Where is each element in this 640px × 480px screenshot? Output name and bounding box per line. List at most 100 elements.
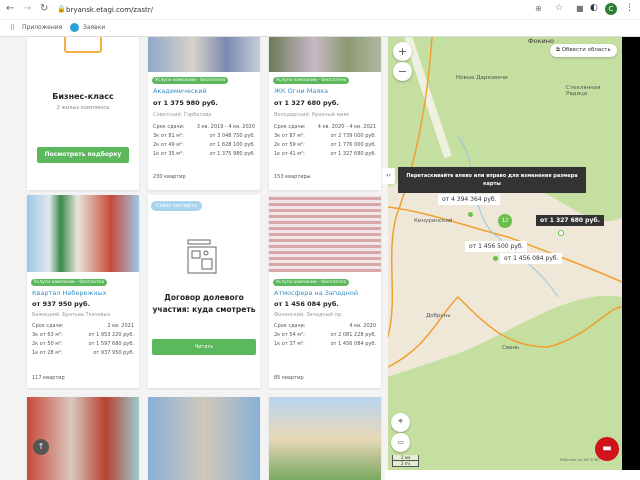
complex-marker[interactable] [468, 212, 473, 217]
scroll-top-icon[interactable]: ↑ [33, 439, 49, 455]
building-image [269, 195, 381, 272]
black-strip [622, 37, 640, 470]
complex-title-link[interactable]: Атмосфера на Западной [274, 289, 358, 297]
row-value: от 2 739 000 руб. [330, 133, 376, 139]
forward-icon[interactable]: → [23, 3, 31, 14]
promo-subtitle: 2 жилых комплекса [56, 105, 110, 111]
expert-advice-badge: Совет эксперта [151, 201, 203, 211]
zoom-out-button[interactable]: − [393, 62, 412, 81]
star-icon[interactable]: ☆ [555, 3, 563, 13]
complex-district: Советский, Горбатова [153, 112, 212, 118]
row-value: от 1 375 980 руб. [209, 151, 255, 157]
complex-card[interactable]: Услуги компании - бесплатно ЖК Огни Маяк… [269, 37, 381, 190]
apartment-table: Срок сдачи: 3 кв. 2019 - 4 кв. 2020 3к от… [153, 124, 255, 160]
article-title: Договор долевого участия: куда смотреть [152, 293, 256, 314]
blueprint-icon [187, 239, 217, 274]
promo-card: Бизнес-класс 2 жилых комплекса Посмотрет… [27, 37, 139, 190]
complex-card[interactable]: Услуги компании - бесплатно Академически… [148, 37, 260, 190]
row-value: от 2 081 228 руб. [330, 332, 376, 338]
row-value: от 1 456 084 руб. [330, 341, 376, 347]
bookmark-requests[interactable]: Заявки [83, 24, 105, 31]
menu-icon[interactable]: ⋮ [625, 3, 634, 13]
browser-toolbar: ← → ↻ 🔒 bryansk.etagi.com/zastr/ ⊕ ☆ ■ ◐… [0, 0, 640, 20]
row-value: от 1 776 000 руб. [330, 142, 376, 148]
row-label: 3к от 63 м²: [32, 332, 63, 338]
table-row: Срок сдачи: 4 кв. 2020 [274, 323, 376, 332]
cluster-marker[interactable]: 12 [498, 214, 512, 228]
row-value: 4 кв. 2020 [349, 323, 376, 329]
zoom-icon[interactable]: ⊕ [535, 4, 542, 13]
place-label: Новые Дарковичи [456, 75, 508, 81]
row-label: 1к от 35 м²: [153, 151, 184, 157]
map-attribution[interactable]: Работает на API 2ГИС [560, 458, 600, 462]
table-row: 2к от 50 м²: от 1 597 680 руб. [32, 341, 134, 350]
table-row: Срок сдачи: 2 кв. 2021 [32, 323, 134, 332]
row-value: от 3 048 750 руб. [209, 133, 255, 139]
place-label: Свень [502, 345, 520, 351]
price-marker[interactable]: от 4 394 364 руб. [438, 194, 501, 205]
complex-marker[interactable] [493, 256, 498, 261]
reload-icon[interactable]: ↻ [40, 3, 48, 14]
bookmark-favicon-icon [70, 23, 79, 32]
extension-icon[interactable]: ■ [576, 4, 584, 13]
complex-card[interactable] [148, 397, 260, 480]
layers-button[interactable]: ▭ [391, 433, 410, 452]
row-value: от 1 597 680 руб. [88, 341, 134, 347]
row-label: 1к от 37 м²: [274, 341, 305, 347]
row-label: Срок сдачи: [274, 323, 306, 329]
address-bar[interactable]: bryansk.etagi.com/zastr/ [66, 4, 501, 17]
table-row: 2к от 59 м²: от 1 776 000 руб. [274, 142, 376, 151]
free-services-badge: Услуги компании - бесплатно [273, 279, 350, 286]
scale-mi: 2 mi [392, 461, 419, 467]
article-card[interactable]: Совет эксперта Договор долевого участия:… [148, 195, 260, 388]
bookmark-apps[interactable]: Приложения [22, 24, 62, 31]
view-selection-button[interactable]: Посмотреть подборку [37, 147, 129, 163]
complex-district: Володарский, Красный маяк [274, 112, 350, 118]
locate-button[interactable]: ⌖ [391, 413, 410, 432]
draw-area-button[interactable]: ⧉ Обвести область [550, 44, 617, 57]
price-marker[interactable]: от 1 456 500 руб. [465, 241, 528, 252]
lock-icon: 🔒 [57, 5, 66, 13]
row-label: Срок сдачи: [274, 124, 306, 130]
apartment-count: 117 квартир [32, 375, 65, 381]
complex-card[interactable]: Услуги компании - бесплатно Атмосфера на… [269, 195, 381, 388]
price-marker-active[interactable]: от 1 327 680 руб. [536, 215, 604, 226]
apartment-count: 85 квартир [274, 375, 304, 381]
back-icon[interactable]: ← [6, 3, 14, 14]
zoom-in-button[interactable]: + [393, 42, 412, 61]
row-label: 3к от 87 м²: [274, 133, 305, 139]
sync-icon[interactable]: ◐ [590, 3, 598, 13]
row-label: Срок сдачи: [153, 124, 185, 130]
complex-title-link[interactable]: Квартал Набережных [32, 289, 107, 297]
complex-marker[interactable] [558, 230, 564, 236]
row-value: от 1 953 220 руб. [88, 332, 134, 338]
apartment-count: 230 квартир [153, 174, 186, 180]
complex-title-link[interactable]: ЖК Огни Маяка [274, 87, 328, 95]
complex-card[interactable]: Услуги компании - бесплатно Квартал Набе… [27, 195, 139, 388]
table-row: 3к от 81 м²: от 3 048 750 руб. [153, 133, 255, 142]
row-value: от 937 950 руб. [93, 350, 134, 356]
complex-title-link[interactable]: Академический [153, 87, 207, 95]
complex-price: от 937 950 руб. [32, 300, 91, 308]
place-label: Кинуринский [414, 218, 453, 224]
chat-button[interactable]: ▬ [595, 437, 619, 461]
map-resize-handle[interactable]: ‹› [382, 168, 395, 184]
promo-title: Бизнес-класс [52, 92, 114, 101]
price-marker[interactable]: от 1 456 084 руб. [500, 253, 563, 264]
read-button[interactable]: Читать [152, 339, 256, 355]
profile-avatar[interactable]: C [605, 3, 617, 15]
apartment-table: Срок сдачи: 2 кв. 2021 3к от 63 м²: от 1 9… [32, 323, 134, 359]
map[interactable]: + − Фокино ⧉ Обвести область Новые Дарко… [388, 37, 622, 470]
complex-district: Бежицкий, Братьев Ткачевых [32, 312, 111, 318]
draw-area-label: Обвести область [561, 47, 611, 53]
complex-price: от 1 327 680 руб. [274, 99, 339, 107]
place-label: Добрунь [426, 313, 451, 319]
apartment-count: 153 квартиры [274, 174, 311, 180]
row-label: 1к от 41 м²: [274, 151, 305, 157]
table-row: 2к от 49 м²: от 1 828 100 руб. [153, 142, 255, 151]
row-label: 1к от 28 м²: [32, 350, 63, 356]
complex-card[interactable]: ↑ [27, 397, 139, 480]
row-label: Срок сдачи: [32, 323, 64, 329]
table-row: 1к от 37 м²: от 1 456 084 руб. [274, 341, 376, 350]
complex-card[interactable] [269, 397, 381, 480]
